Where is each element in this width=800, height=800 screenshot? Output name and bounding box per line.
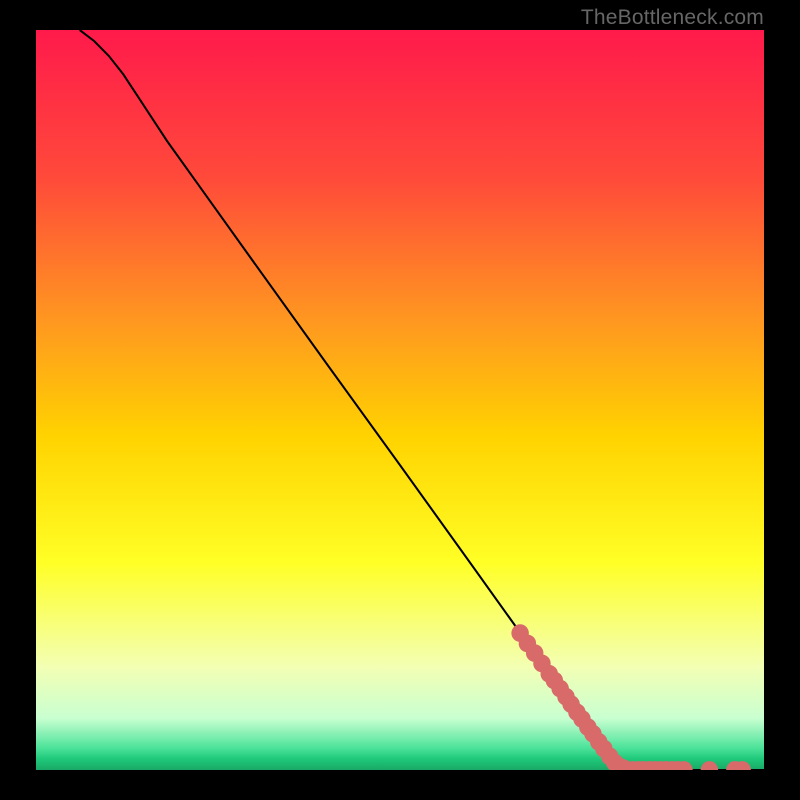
watermark-text: TheBottleneck.com xyxy=(581,6,764,30)
bottleneck-chart xyxy=(36,30,764,770)
chart-background-gradient xyxy=(36,30,764,770)
